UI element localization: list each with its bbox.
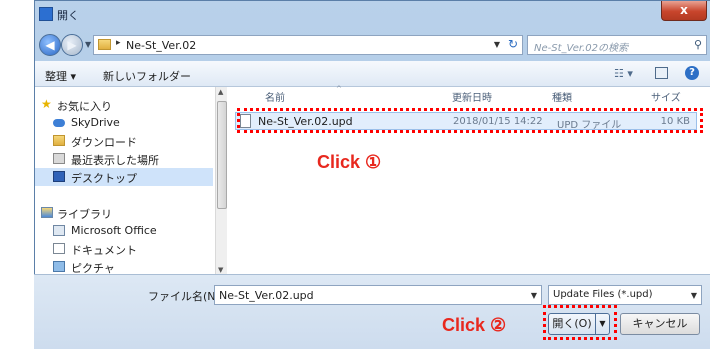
desktop-icon: [53, 171, 65, 182]
search-box[interactable]: Ne-St_Ver.02の検索 ⚲: [527, 35, 707, 55]
window-title: 開く: [57, 9, 79, 22]
scroll-down-icon[interactable]: ▼: [218, 266, 223, 274]
scroll-up-icon[interactable]: ▲: [218, 88, 223, 96]
column-header-size[interactable]: サイズ: [651, 89, 681, 104]
address-dropdown-icon[interactable]: ▼: [494, 40, 500, 49]
search-icon[interactable]: ⚲: [694, 38, 702, 51]
nav-item-libraries[interactable]: ライブラリ: [35, 204, 213, 222]
help-icon[interactable]: ?: [685, 66, 699, 80]
nav-item-documents[interactable]: ドキュメント: [35, 240, 213, 258]
star-icon: ★: [41, 97, 52, 111]
new-folder-button[interactable]: 新しいフォルダー: [103, 68, 191, 84]
file-type-value: Update Files (*.upd): [553, 289, 653, 300]
nav-item-desktop[interactable]: デスクトップ: [35, 168, 213, 186]
cloud-icon: [53, 119, 65, 127]
recent-places-icon: [53, 153, 65, 164]
click-annotation-1: Click ①: [317, 152, 382, 172]
navigation-pane: ★ お気に入り SkyDrive ダウンロード 最近表示した場所 デスクトップ …: [35, 87, 215, 275]
click-highlight-1: [237, 108, 703, 133]
navigation-scrollbar[interactable]: ▲ ▼: [215, 87, 227, 275]
document-icon: [53, 243, 65, 254]
filename-value: Ne-St_Ver.02.upd: [219, 289, 314, 302]
sort-arrow-icon: ^: [336, 85, 342, 93]
navigation-bar: ◀ ▶ ▼ ▸ Ne-St_Ver.02 ▼ ↻ Ne-St_Ver.02の検索…: [35, 31, 710, 61]
back-button[interactable]: ◀: [39, 34, 61, 56]
nav-item-recent-places[interactable]: 最近表示した場所: [35, 150, 213, 168]
nav-item-downloads[interactable]: ダウンロード: [35, 132, 213, 150]
column-header-name[interactable]: 名前: [265, 89, 285, 104]
column-header-type[interactable]: 種類: [552, 89, 572, 104]
nav-item-skydrive[interactable]: SkyDrive: [35, 114, 213, 132]
filter-dropdown-icon[interactable]: ▼: [691, 291, 697, 300]
nav-item-microsoft-office[interactable]: Microsoft Office: [35, 222, 213, 240]
filename-dropdown-icon[interactable]: ▼: [531, 291, 537, 300]
search-placeholder: Ne-St_Ver.02の検索: [534, 43, 629, 54]
picture-icon: [53, 261, 65, 272]
download-icon: [53, 135, 65, 146]
nav-item-favorites[interactable]: ★ お気に入り: [35, 96, 213, 114]
cancel-button[interactable]: キャンセル: [620, 313, 700, 335]
filename-label: ファイル名(N):: [148, 290, 224, 303]
app-icon: [39, 7, 53, 21]
scrollbar-thumb[interactable]: [217, 101, 227, 209]
address-bar[interactable]: ▸ Ne-St_Ver.02 ▼ ↻: [93, 35, 523, 55]
refresh-icon[interactable]: ↻: [508, 37, 518, 51]
column-header-date[interactable]: 更新日時: [452, 89, 492, 104]
click-annotation-2: Click ②: [442, 315, 507, 335]
close-button[interactable]: x: [661, 1, 707, 21]
file-type-filter[interactable]: Update Files (*.upd) ▼: [548, 285, 702, 305]
breadcrumb-chevron-icon[interactable]: ▸: [116, 38, 121, 48]
change-view-button[interactable]: ☷ ▾: [614, 67, 633, 80]
folder-icon: [98, 39, 111, 50]
filename-input[interactable]: Ne-St_Ver.02.upd ▼: [214, 285, 542, 305]
breadcrumb-folder[interactable]: Ne-St_Ver.02: [126, 39, 196, 52]
click-highlight-2: [543, 305, 617, 340]
nav-item-pictures[interactable]: ピクチャ: [35, 258, 213, 275]
organize-button[interactable]: 整理 ▾: [45, 68, 76, 84]
office-icon: [53, 225, 65, 236]
preview-pane-icon[interactable]: [655, 67, 668, 79]
forward-button[interactable]: ▶: [61, 34, 83, 56]
title-bar[interactable]: 開く x: [35, 1, 710, 31]
recent-locations-dropdown[interactable]: ▼: [85, 40, 91, 49]
library-icon: [41, 207, 53, 218]
command-toolbar: 整理 ▾ 新しいフォルダー ☷ ▾ ?: [35, 61, 710, 87]
